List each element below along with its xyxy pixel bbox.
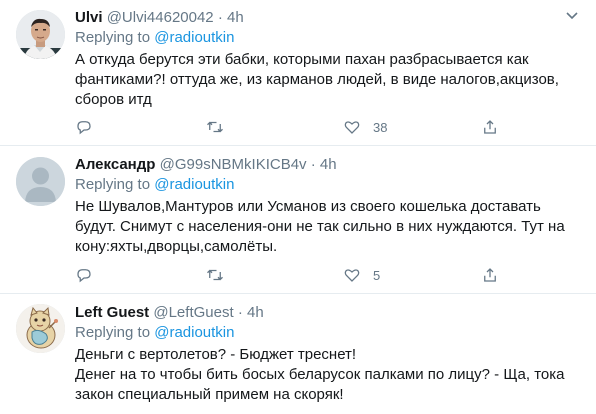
retweet-button[interactable]: [206, 117, 224, 137]
like-button[interactable]: 38: [343, 117, 387, 137]
tweet-text: А откуда берутся эти бабки, которыми пах…: [75, 51, 559, 108]
replying-prefix: Replying to: [75, 29, 155, 46]
retweet-icon: [207, 121, 223, 133]
like-count: 38: [373, 119, 388, 135]
like-count: 5: [373, 267, 381, 283]
reply-button[interactable]: [75, 117, 93, 137]
mention-link[interactable]: @radioutkin: [154, 324, 234, 341]
retweet-icon: [207, 269, 223, 281]
replying-prefix: Replying to: [75, 324, 155, 341]
display-name[interactable]: Left Guest: [75, 304, 149, 321]
display-name[interactable]: Ulvi: [75, 9, 103, 26]
share-icon: [484, 268, 496, 282]
retweet-button[interactable]: [206, 265, 224, 285]
timestamp[interactable]: 4h: [247, 304, 264, 321]
separator-dot: ·: [217, 9, 223, 26]
mention-link[interactable]: @radioutkin: [154, 176, 234, 193]
mention-link[interactable]: @radioutkin: [154, 29, 234, 46]
replying-prefix: Replying to: [75, 176, 155, 193]
share-button[interactable]: [481, 265, 499, 285]
avatar[interactable]: [16, 10, 65, 59]
user-handle[interactable]: @G99sNBMkIKICB4v: [160, 156, 307, 173]
user-handle[interactable]: @LeftGuest: [153, 304, 233, 321]
tweet-left-guest[interactable]: Left Guest @LeftGuest · 4h Replying to @…: [0, 294, 596, 414]
share-icon: [484, 120, 496, 134]
tweet-header: Left Guest @LeftGuest · 4h: [75, 303, 582, 323]
separator-dot: ·: [310, 156, 316, 173]
display-name[interactable]: Александр: [75, 156, 155, 173]
tweet-actions: 5: [75, 265, 515, 285]
tweet-text-line: Денег на то чтобы бить босых беларусок п…: [75, 366, 565, 403]
separator-dot: ·: [237, 304, 243, 321]
timestamp[interactable]: 4h: [320, 156, 337, 173]
user-handle[interactable]: @Ulvi44620042: [107, 9, 214, 26]
reply-icon: [77, 121, 91, 135]
share-button[interactable]: [481, 117, 499, 137]
tweet-header: Александр @G99sNBMkIKICB4v · 4h: [75, 155, 582, 175]
like-icon: [344, 269, 360, 282]
replying-to: Replying to @radioutkin: [75, 28, 582, 48]
chevron-down-icon[interactable]: [562, 6, 582, 26]
tweet-text: Деньги с вертолетов? - Бюджет треснет! Д…: [75, 345, 582, 405]
tweet-text-line: Деньги с вертолетов? - Бюджет треснет!: [75, 346, 357, 363]
replying-to: Replying to @radioutkin: [75, 323, 582, 343]
avatar[interactable]: [16, 304, 65, 353]
tweet-actions: 38: [75, 117, 515, 137]
replying-to: Replying to @radioutkin: [75, 175, 582, 195]
timestamp[interactable]: 4h: [227, 9, 244, 26]
reply-button[interactable]: [75, 265, 93, 285]
avatar[interactable]: [16, 157, 65, 206]
like-button[interactable]: 5: [343, 265, 380, 285]
tweet-ulvi[interactable]: Ulvi @Ulvi44620042 · 4h Replying to @rad…: [0, 0, 596, 146]
like-icon: [344, 121, 360, 134]
tweet-text: Не Шувалов,Мантуров или Усманов из своег…: [75, 198, 565, 255]
tweet-header: Ulvi @Ulvi44620042 · 4h: [75, 8, 582, 28]
reply-icon: [77, 269, 91, 283]
tweet-aleksandr[interactable]: Александр @G99sNBMkIKICB4v · 4h Replying…: [0, 146, 596, 294]
